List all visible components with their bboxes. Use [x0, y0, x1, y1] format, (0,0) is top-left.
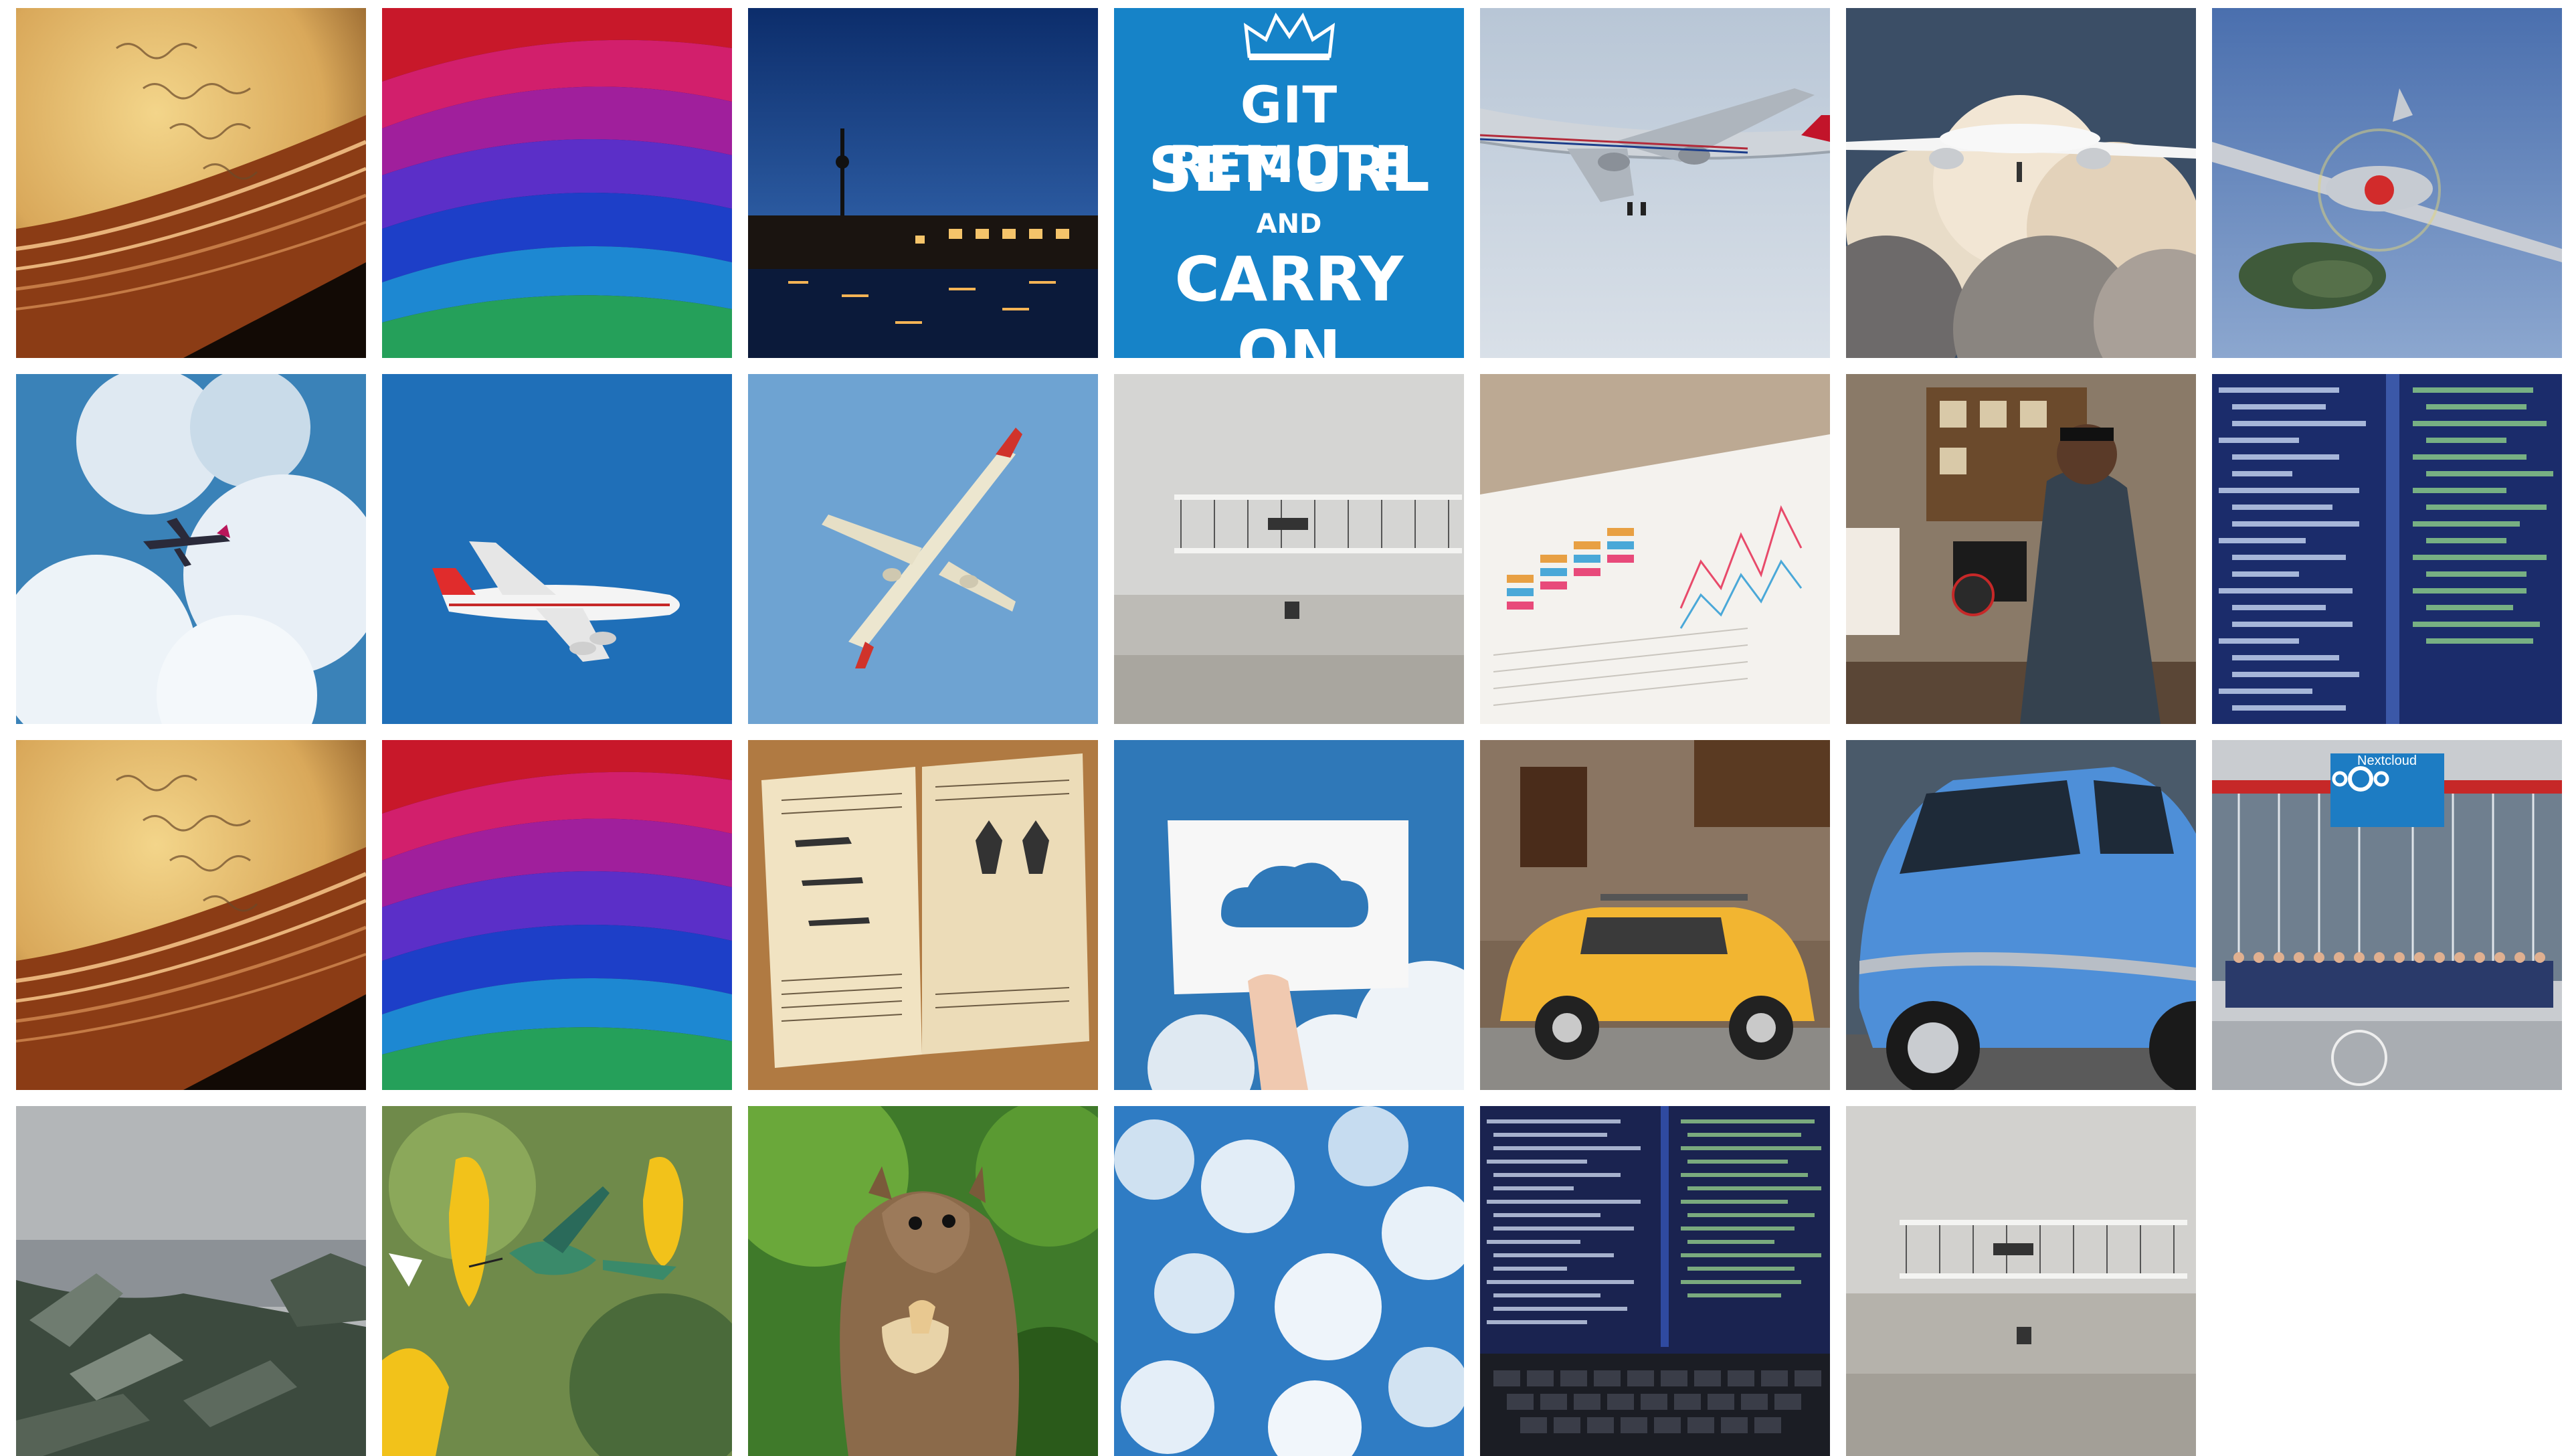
- keep-calm-poster: GIT REMOTE SET-URL AND CARRY ON: [1114, 8, 1464, 358]
- qantas-jet-image: [382, 374, 732, 724]
- squirrel-image: [748, 1106, 1098, 1456]
- old-book-image: [16, 740, 366, 1090]
- gallery-tile-jet-banking[interactable]: [748, 374, 1098, 724]
- city-night-image: [748, 8, 1098, 358]
- airliner-clouds-image: [1846, 8, 2196, 358]
- gallery-tile-aircraft-book[interactable]: [748, 740, 1098, 1090]
- gallery-tile-paper-cloud[interactable]: [1114, 740, 1464, 1090]
- smart-car-image: [1846, 740, 2196, 1090]
- propeller-plane-image: [2212, 8, 2562, 358]
- old-book-image: [16, 8, 366, 358]
- gallery-tile-city-night[interactable]: [748, 8, 1098, 358]
- gallery-tile-qantas-jet[interactable]: [382, 374, 732, 724]
- gallery-tile-hummingbird[interactable]: [382, 1106, 732, 1456]
- jet-banking-image: [748, 374, 1098, 724]
- gallery-tile-rocky-coast[interactable]: [16, 1106, 366, 1456]
- gallery-empty-slot: [2212, 1106, 2562, 1456]
- poster-line-2: SET-URL: [1148, 134, 1430, 205]
- poster-line-4: CARRY: [1174, 244, 1404, 315]
- source-code-image: [2212, 374, 2562, 724]
- nextcloud-sign: Nextcloud: [2330, 753, 2444, 827]
- charts-paper-image: [1480, 374, 1830, 724]
- camera-operator-image: [1846, 374, 2196, 724]
- image-gallery-grid: GIT REMOTE SET-URL AND CARRY ON Nextclou…: [16, 8, 2562, 1456]
- hummingbird-image: [382, 1106, 732, 1456]
- gallery-tile-wright-flyer-2[interactable]: [1846, 1106, 2196, 1456]
- light-streaks-image: [382, 8, 732, 358]
- gallery-tile-vintage-car[interactable]: [1480, 740, 1830, 1090]
- gallery-tile-propeller-plane[interactable]: [2212, 8, 2562, 358]
- gallery-tile-wright-flyer-1[interactable]: [1114, 374, 1464, 724]
- gallery-tile-keep-calm-poster[interactable]: GIT REMOTE SET-URL AND CARRY ON: [1114, 8, 1464, 358]
- poster-line-3: AND: [1256, 209, 1322, 240]
- aircraft-book-image: [748, 740, 1098, 1090]
- gallery-tile-plane-clouds[interactable]: [16, 374, 366, 724]
- nextcloud-logo-icon: [2332, 766, 2389, 792]
- rocky-coast-image: [16, 1106, 366, 1456]
- poster-line-5: ON: [1236, 317, 1342, 358]
- gallery-tile-laptop-code[interactable]: [1480, 1106, 1830, 1456]
- gallery-tile-airliner[interactable]: [1480, 8, 1830, 358]
- crown-icon: [1243, 12, 1335, 60]
- plane-clouds-image: [16, 374, 366, 724]
- wright-flyer-image: [1114, 374, 1464, 724]
- gallery-tile-old-book-2[interactable]: [16, 740, 366, 1090]
- airliner-image: [1480, 8, 1830, 358]
- wright-flyer-image: [1846, 1106, 2196, 1456]
- gallery-tile-squirrel[interactable]: [748, 1106, 1098, 1456]
- paper-cloud-image: [1114, 740, 1464, 1090]
- gallery-tile-light-streaks[interactable]: [382, 8, 732, 358]
- gallery-tile-smart-car[interactable]: [1846, 740, 2196, 1090]
- vintage-car-image: [1480, 740, 1830, 1090]
- gallery-tile-blue-sky[interactable]: [1114, 1106, 1464, 1456]
- gallery-tile-airliner-clouds[interactable]: [1846, 8, 2196, 358]
- gallery-tile-camera-operator[interactable]: [1846, 374, 2196, 724]
- blue-sky-image: [1114, 1106, 1464, 1456]
- gallery-tile-source-code[interactable]: [2212, 374, 2562, 724]
- laptop-code-image: [1480, 1106, 1830, 1456]
- gallery-tile-old-book[interactable]: [16, 8, 366, 358]
- gallery-tile-nextcloud-group[interactable]: Nextcloud: [2212, 740, 2562, 1090]
- gallery-tile-charts-paper[interactable]: [1480, 374, 1830, 724]
- light-streaks-image: [382, 740, 732, 1090]
- gallery-tile-light-streaks-2[interactable]: [382, 740, 732, 1090]
